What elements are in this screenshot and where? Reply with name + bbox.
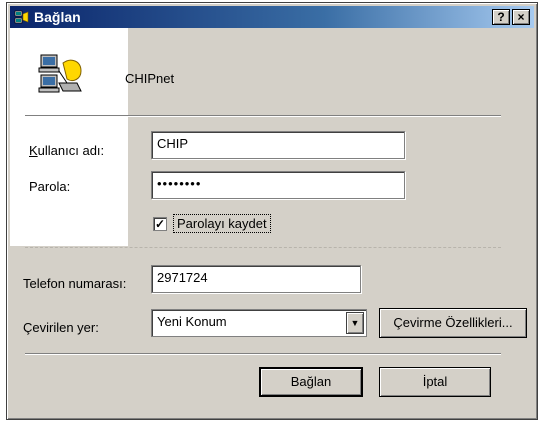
chevron-down-icon[interactable]: ▼ (346, 312, 364, 334)
phone-field[interactable]: 2971724 (151, 265, 361, 293)
dial-from-select[interactable]: Yeni Konum ▼ (151, 309, 367, 337)
network-connection-icon (14, 10, 29, 24)
title-bar[interactable]: Bağlan ? × (10, 6, 534, 28)
password-field[interactable]: •••••••• (151, 171, 405, 199)
close-button[interactable]: × (512, 9, 530, 25)
separator-top (25, 115, 501, 117)
save-password-checkbox[interactable]: ✓ (153, 217, 167, 231)
separator-bottom (25, 353, 501, 355)
username-label-text: ullanıcı adı: (37, 143, 105, 158)
separator-middle (25, 247, 501, 248)
dial-up-computers-icon (38, 54, 82, 93)
connect-button[interactable]: Bağlan (259, 367, 363, 397)
dial-from-value: Yeni Konum (157, 314, 227, 329)
username-label-accel: K (29, 143, 38, 158)
phone-label: Telefon numarası: (23, 276, 127, 291)
save-password-label[interactable]: Parolayı kaydet (173, 214, 271, 233)
password-label: Parola: (29, 179, 71, 194)
dial-from-label: Çevirilen yer: (23, 320, 99, 335)
username-field[interactable]: CHIP (151, 131, 405, 159)
help-button[interactable]: ? (492, 9, 510, 25)
window-title: Bağlan (34, 9, 81, 25)
username-label: Kullanıcı adı: (29, 143, 104, 158)
dial-properties-button[interactable]: Çevirme Özellikleri... (379, 308, 527, 338)
cancel-button[interactable]: İptal (379, 367, 491, 397)
connection-name: CHIPnet (125, 71, 175, 86)
connect-dialog: Bağlan ? × CHIPnet Kullanıcı adı: CHIP P… (6, 2, 538, 420)
